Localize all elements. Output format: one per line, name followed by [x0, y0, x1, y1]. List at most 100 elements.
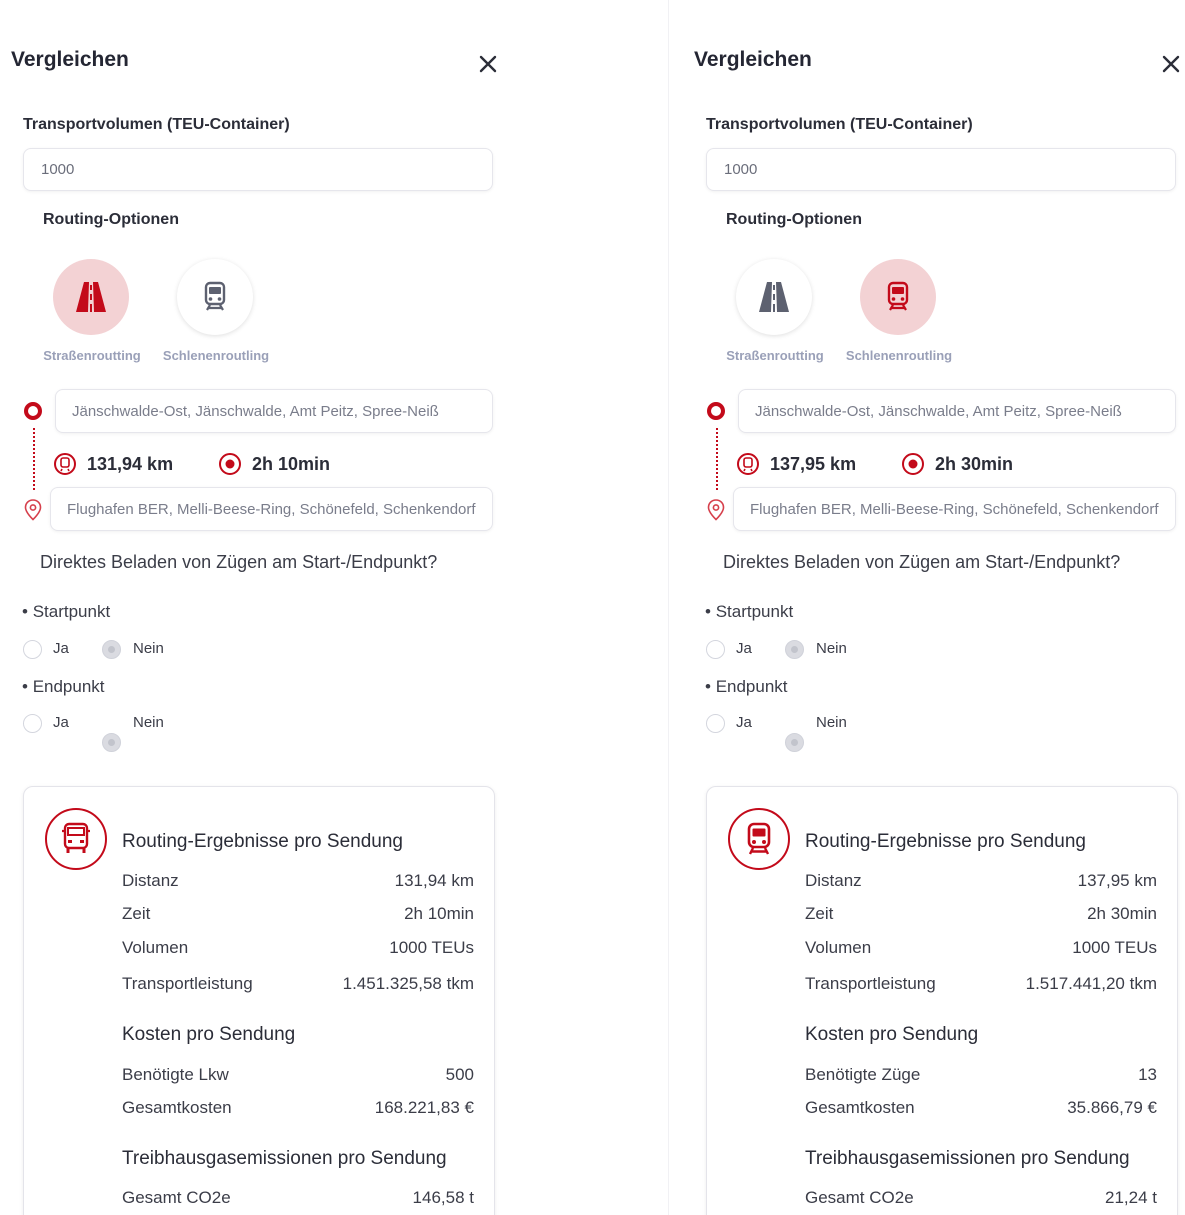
start-no-label: Nein: [133, 640, 164, 657]
direct-loading-question: Direktes Beladen von Zügen am Start-/End…: [40, 552, 438, 572]
routing-results-card: Routing-Ergebnisse pro Sendung Distanz 13…: [706, 786, 1178, 1215]
duration-stat: 2h 30min: [901, 452, 1013, 476]
vehicle-badge-icon: [737, 453, 759, 475]
rail-routing-button[interactable]: [177, 259, 253, 335]
routing-options-label: Routing-Optionen: [43, 211, 179, 228]
duration-value: 2h 30min: [935, 453, 1014, 474]
target-icon: [902, 453, 924, 475]
cost-key: Gesamtkosten: [122, 1098, 232, 1117]
start-yes-label: Ja: [736, 640, 752, 657]
end-no-label: Nein: [133, 714, 164, 731]
route-connector: [33, 428, 35, 490]
routing-results-card: Routing-Ergebnisse pro Sendung Distanz 13…: [23, 786, 495, 1215]
origin-input[interactable]: Jänschwalde-Ost, Jänschwalde, Amt Peitz,…: [55, 389, 493, 433]
result-key: Volumen: [122, 938, 189, 957]
target-icon: [219, 453, 241, 475]
startpoint-heading: • Startpunkt: [705, 602, 794, 621]
end-yes-label: Ja: [53, 714, 69, 731]
close-button[interactable]: [1157, 50, 1185, 78]
startpoint-label: Startpunkt: [32, 602, 111, 621]
distance-value: 131,94 km: [87, 453, 174, 474]
train-icon: [204, 281, 226, 311]
panel-title: Vergleichen: [694, 48, 812, 71]
result-value: 2h 30min: [1087, 904, 1157, 923]
rail-routing-button[interactable]: [860, 259, 936, 335]
result-value: 137,95 km: [1077, 871, 1157, 890]
road-routing-button[interactable]: [53, 259, 129, 335]
destination-pin-icon: [707, 499, 725, 526]
duration-value: 2h 10min: [252, 453, 331, 474]
result-key: Distanz: [805, 871, 862, 890]
result-row: Zeit 2h 10min: [122, 904, 474, 924]
result-value: 1000 TEUs: [1072, 938, 1157, 957]
road-routing-label: Straßenroutting: [43, 348, 141, 363]
cost-heading: Kosten pro Sendung: [805, 1024, 979, 1045]
panel-divider: [668, 0, 669, 1215]
cost-heading: Kosten pro Sendung: [122, 1024, 296, 1045]
result-key: Distanz: [122, 871, 179, 890]
cost-key: Benötigte Lkw: [122, 1065, 229, 1084]
results-heading: Routing-Ergebnisse pro Sendung: [122, 831, 403, 852]
result-value: 1.517.441,20 tkm: [1025, 974, 1157, 993]
distance-stat: 131,94 km: [53, 452, 173, 476]
origin-input[interactable]: Jänschwalde-Ost, Jänschwalde, Amt Peitz,…: [738, 389, 1176, 433]
truck-icon: [62, 822, 90, 853]
result-value: 1000 TEUs: [389, 938, 474, 957]
volume-input[interactable]: 1000: [23, 148, 493, 191]
close-icon: [479, 55, 497, 73]
origin-marker-icon: [706, 401, 726, 426]
panel-title: Vergleichen: [11, 48, 129, 71]
endpoint-label: Endpunkt: [32, 677, 105, 696]
start-no-radio[interactable]: [102, 640, 121, 659]
ghg-row: Gesamt CO2e 146,58 t: [122, 1188, 474, 1208]
distance-value: 137,95 km: [770, 453, 857, 474]
close-button[interactable]: [474, 50, 502, 78]
result-row: Volumen 1000 TEUs: [122, 938, 474, 958]
result-key: Transportleistung: [805, 974, 936, 993]
duration-stat: 2h 10min: [218, 452, 330, 476]
result-row: Distanz 131,94 km: [122, 871, 474, 891]
end-no-radio[interactable]: [102, 733, 121, 752]
result-key: Transportleistung: [122, 974, 253, 993]
ghg-heading: Treibhausgasemissionen pro Sendung: [122, 1148, 447, 1169]
start-no-radio[interactable]: [785, 640, 804, 659]
end-yes-radio[interactable]: [706, 714, 725, 733]
compare-panel-rail: Vergleichen Transportvolumen (TEU-Contai…: [683, 0, 1185, 1215]
direct-loading-question: Direktes Beladen von Zügen am Start-/End…: [723, 552, 1121, 572]
result-value: 2h 10min: [404, 904, 474, 923]
route-connector: [716, 428, 718, 490]
ghg-value: 21,24 t: [1105, 1188, 1157, 1207]
startpoint-heading: • Startpunkt: [22, 602, 111, 621]
ghg-key: Gesamt CO2e: [805, 1188, 914, 1207]
result-vehicle-badge: [728, 808, 790, 870]
distance-stat: 137,95 km: [736, 452, 856, 476]
start-yes-radio[interactable]: [706, 640, 725, 659]
start-yes-radio[interactable]: [23, 640, 42, 659]
volume-label: Transportvolumen (TEU-Container): [23, 116, 290, 133]
destination-input[interactable]: Flughafen BER, Melli-Beese-Ring, Schönef…: [733, 487, 1176, 531]
cost-value: 500: [445, 1065, 474, 1084]
result-value: 1.451.325,58 tkm: [342, 974, 474, 993]
volume-label: Transportvolumen (TEU-Container): [706, 116, 973, 133]
destination-input[interactable]: Flughafen BER, Melli-Beese-Ring, Schönef…: [50, 487, 493, 531]
end-yes-radio[interactable]: [23, 714, 42, 733]
cost-row: Gesamtkosten 35.866,79 €: [805, 1098, 1157, 1118]
ghg-heading: Treibhausgasemissionen pro Sendung: [805, 1148, 1130, 1169]
ghg-key: Gesamt CO2e: [122, 1188, 231, 1207]
result-vehicle-badge: [45, 808, 107, 870]
start-no-label: Nein: [816, 640, 847, 657]
endpoint-heading: • Endpunkt: [22, 677, 105, 696]
result-key: Zeit: [805, 904, 834, 923]
end-no-radio[interactable]: [785, 733, 804, 752]
startpoint-label: Startpunkt: [715, 602, 794, 621]
cost-key: Gesamtkosten: [805, 1098, 915, 1117]
routing-options-label: Routing-Optionen: [726, 211, 862, 228]
result-row: Zeit 2h 30min: [805, 904, 1157, 924]
cost-key: Benötigte Züge: [805, 1065, 921, 1084]
result-key: Volumen: [805, 938, 872, 957]
volume-input[interactable]: 1000: [706, 148, 1176, 191]
cost-row: Benötigte Züge 13: [805, 1065, 1157, 1085]
ghg-value: 146,58 t: [412, 1188, 474, 1207]
road-routing-button[interactable]: [736, 259, 812, 335]
result-row: Transportleistung 1.451.325,58 tkm: [122, 974, 474, 994]
